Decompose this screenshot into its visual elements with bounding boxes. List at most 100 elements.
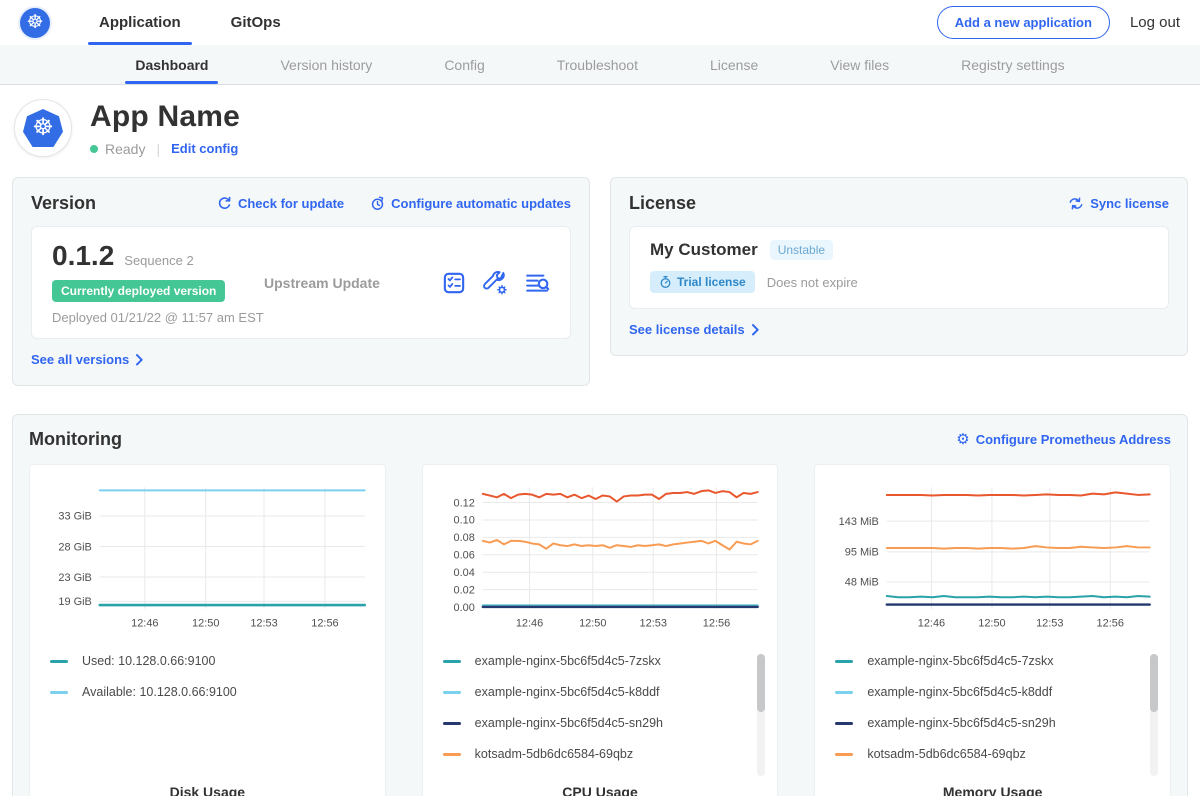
- version-card-title: Version: [31, 193, 96, 214]
- svg-text:0.10: 0.10: [453, 515, 474, 527]
- legend-dash-icon: [835, 753, 853, 756]
- svg-text:12:46: 12:46: [131, 618, 158, 630]
- legend-item: example-nginx-5bc6f5d4c5-sn29h: [835, 716, 1140, 730]
- svg-text:33 GiB: 33 GiB: [58, 511, 91, 523]
- legend-dash-icon: [835, 660, 853, 663]
- svg-text:0.12: 0.12: [453, 497, 474, 509]
- svg-text:12:50: 12:50: [192, 618, 219, 630]
- legend-label: example-nginx-5bc6f5d4c5-sn29h: [475, 716, 663, 730]
- legend-item: example-nginx-5bc6f5d4c5-7zskx: [835, 654, 1140, 668]
- chart-title: Disk Usage: [42, 778, 373, 796]
- configure-prometheus-link[interactable]: ⚙ Configure Prometheus Address: [956, 432, 1171, 447]
- tab-application[interactable]: Application: [88, 0, 192, 45]
- legend-label: Available: 10.128.0.66:9100: [82, 685, 237, 699]
- cpu-usage-chart: 0.000.020.040.060.080.100.1212:4612:5012…: [435, 477, 766, 640]
- svg-text:12:50: 12:50: [579, 618, 606, 630]
- deployed-badge: Currently deployed version: [52, 280, 225, 302]
- svg-text:12:53: 12:53: [639, 618, 666, 630]
- legend-label: example-nginx-5bc6f5d4c5-k8ddf: [475, 685, 660, 699]
- sync-license-link[interactable]: Sync license: [1068, 196, 1169, 211]
- customer-name: My Customer: [650, 240, 758, 260]
- monitoring-panel: Monitoring ⚙ Configure Prometheus Addres…: [12, 414, 1188, 796]
- disk-usage-chart: 33 GiB28 GiB23 GiB19 GiB12:4612:5012:531…: [42, 477, 373, 640]
- see-all-versions-link[interactable]: See all versions: [31, 352, 144, 367]
- svg-text:12:46: 12:46: [516, 618, 543, 630]
- license-details-row: My Customer Unstable Trial license Does …: [629, 226, 1169, 309]
- legend-dash-icon: [443, 691, 461, 694]
- tab-version-history[interactable]: Version history: [270, 45, 382, 84]
- tab-registry-settings[interactable]: Registry settings: [951, 45, 1074, 84]
- svg-text:19 GiB: 19 GiB: [58, 596, 91, 608]
- chart-title: Memory Usage: [827, 778, 1158, 796]
- top-nav: ☸ Application GitOps Add a new applicati…: [0, 0, 1200, 45]
- svg-text:143 MiB: 143 MiB: [839, 516, 879, 528]
- legend-item: kotsadm-5db6dc6584-69qbz: [835, 747, 1140, 761]
- legend-item: example-nginx-5bc6f5d4c5-sn29h: [443, 716, 748, 730]
- update-clock-icon: [370, 196, 385, 211]
- see-license-details-link[interactable]: See license details: [629, 322, 760, 337]
- stopwatch-icon: [659, 275, 672, 289]
- tab-config[interactable]: Config: [434, 45, 494, 84]
- divider: |: [156, 141, 160, 157]
- svg-text:12:46: 12:46: [918, 618, 945, 630]
- legend-label: example-nginx-5bc6f5d4c5-sn29h: [867, 716, 1055, 730]
- license-type-badge: Trial license: [650, 271, 755, 293]
- edit-config-icon[interactable]: [483, 271, 508, 295]
- add-application-button[interactable]: Add a new application: [937, 6, 1110, 39]
- legend-item: example-nginx-5bc6f5d4c5-k8ddf: [835, 685, 1140, 699]
- legend-item: example-nginx-5bc6f5d4c5-7zskx: [443, 654, 748, 668]
- legend-item: Used: 10.128.0.66:9100: [50, 654, 355, 668]
- legend-item: Available: 10.128.0.66:9100: [50, 685, 355, 699]
- cpu-usage-legend: example-nginx-5bc6f5d4c5-7zskx example-ng…: [435, 652, 766, 778]
- top-tabs: Application GitOps: [74, 0, 306, 45]
- svg-text:12:56: 12:56: [311, 618, 338, 630]
- svg-text:12:53: 12:53: [250, 618, 277, 630]
- svg-text:95 MiB: 95 MiB: [845, 547, 879, 559]
- kubernetes-logo: ☸: [20, 8, 50, 38]
- legend-dash-icon: [443, 722, 461, 725]
- svg-text:23 GiB: 23 GiB: [58, 572, 91, 584]
- tab-gitops[interactable]: GitOps: [220, 0, 292, 45]
- legend-item: example-nginx-5bc6f5d4c5-k8ddf: [443, 685, 748, 699]
- legend-item: kotsadm-5db6dc6584-69qbz: [443, 747, 748, 761]
- tab-view-files[interactable]: View files: [820, 45, 899, 84]
- legend-dash-icon: [50, 660, 68, 663]
- edit-config-link[interactable]: Edit config: [171, 141, 238, 156]
- check-for-update-link[interactable]: Check for update: [217, 196, 344, 211]
- svg-text:12:56: 12:56: [702, 618, 729, 630]
- license-card-title: License: [629, 193, 696, 214]
- tab-troubleshoot[interactable]: Troubleshoot: [547, 45, 648, 84]
- svg-text:48 MiB: 48 MiB: [845, 577, 879, 589]
- memory-usage-chart: 143 MiB95 MiB48 MiB12:4612:5012:5312:56: [827, 477, 1158, 640]
- monitoring-title: Monitoring: [29, 429, 122, 450]
- channel-badge: Unstable: [770, 240, 833, 260]
- legend-dash-icon: [443, 753, 461, 756]
- license-card: License Sync license My Customer Unstabl…: [610, 177, 1188, 356]
- release-notes-icon[interactable]: [442, 271, 466, 295]
- svg-text:0.00: 0.00: [453, 602, 474, 614]
- status-label: Ready: [105, 141, 145, 157]
- configure-automatic-updates-link[interactable]: Configure automatic updates: [370, 196, 571, 211]
- svg-text:0.06: 0.06: [453, 550, 474, 562]
- svg-text:12:53: 12:53: [1036, 618, 1063, 630]
- app-header: ☸ App Name Ready | Edit config: [0, 85, 1200, 173]
- deploy-logs-icon[interactable]: [525, 271, 550, 295]
- legend-dash-icon: [443, 660, 461, 663]
- tab-dashboard[interactable]: Dashboard: [125, 45, 218, 84]
- version-number: 0.1.2: [52, 240, 114, 272]
- legend-scrollbar-thumb[interactable]: [1150, 654, 1158, 712]
- chevron-right-icon: [135, 354, 144, 366]
- legend-label: Used: 10.128.0.66:9100: [82, 654, 215, 668]
- tab-license[interactable]: License: [700, 45, 768, 84]
- legend-dash-icon: [835, 722, 853, 725]
- legend-scrollbar-thumb[interactable]: [757, 654, 765, 712]
- deployed-timestamp: Deployed 01/21/22 @ 11:57 am EST: [52, 310, 264, 325]
- memory-usage-card: 143 MiB95 MiB48 MiB12:4612:5012:5312:56 …: [814, 464, 1171, 796]
- sync-icon: [1068, 196, 1084, 211]
- legend-label: kotsadm-5db6dc6584-69qbz: [867, 747, 1025, 761]
- helm-wheel-icon: ☸: [26, 13, 43, 32]
- disk-usage-card: 33 GiB28 GiB23 GiB19 GiB12:4612:5012:531…: [29, 464, 386, 796]
- svg-text:12:56: 12:56: [1097, 618, 1124, 630]
- logout-link[interactable]: Log out: [1130, 14, 1180, 31]
- legend-label: example-nginx-5bc6f5d4c5-k8ddf: [867, 685, 1052, 699]
